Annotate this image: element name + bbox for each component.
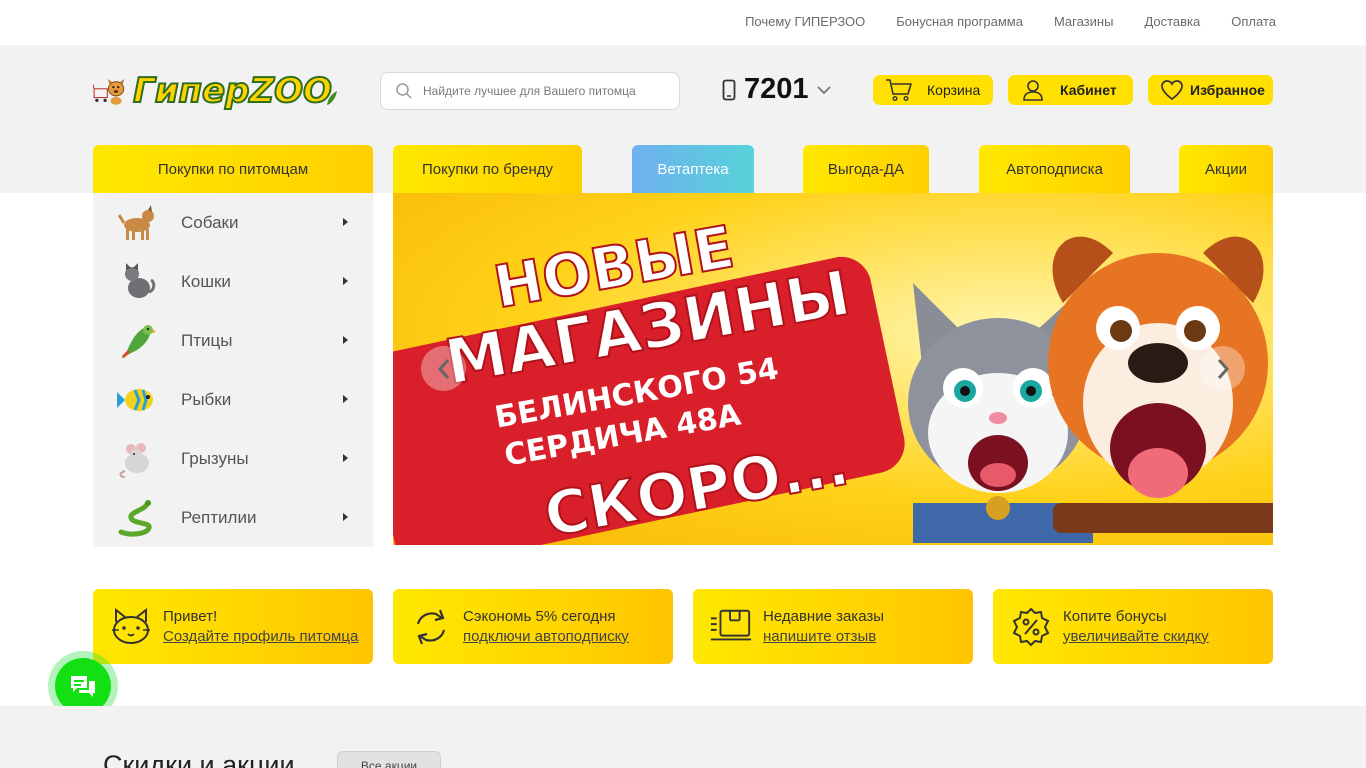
- category-cats[interactable]: Кошки: [93, 252, 373, 311]
- category-fish[interactable]: Рыбки: [93, 370, 373, 429]
- cabinet-button[interactable]: Кабинет: [1008, 75, 1133, 105]
- refresh-icon: [409, 605, 453, 649]
- chevron-right-icon: [343, 395, 348, 403]
- promo-title: Недавние заказы: [763, 607, 885, 625]
- chat-bubbles-icon: [71, 676, 95, 697]
- hero-banner[interactable]: НОВЫЕ МАГАЗИНЫ БЕЛИНСКОГО 54 СЕРДИЧА 48А…: [393, 193, 1273, 545]
- cart-icon: [886, 79, 912, 102]
- cart-button[interactable]: Корзина: [873, 75, 993, 105]
- search-icon: [396, 83, 412, 99]
- top-nav: Почему ГИПЕРЗОО Бонусная программа Магаз…: [745, 14, 1276, 29]
- category-label: Грызуны: [181, 448, 249, 468]
- search-input[interactable]: [423, 84, 663, 98]
- top-nav-payment[interactable]: Оплата: [1231, 14, 1276, 29]
- tab-benefit[interactable]: Выгода-ДА: [803, 145, 929, 193]
- promo-bonuses[interactable]: Копите бонусы увеличивайте скидку: [993, 589, 1273, 664]
- favorites-button[interactable]: Избранное: [1148, 75, 1273, 105]
- promo-link[interactable]: увеличивайте скидку: [1063, 627, 1209, 647]
- sales-section: Скидки и акции Все акции: [0, 706, 1366, 768]
- promo-title: Привет!: [163, 607, 218, 625]
- category-label: Кошки: [181, 271, 231, 291]
- chevron-right-icon: [343, 513, 348, 521]
- all-sales-button[interactable]: Все акции: [337, 751, 441, 768]
- cat-icon: [117, 262, 157, 302]
- category-label: Рептилии: [181, 507, 257, 527]
- promo-title: Копите бонусы: [1063, 607, 1167, 625]
- category-menu: Собаки Кошки Птицы Рыбки Грызуны Рептили: [93, 193, 373, 547]
- promo-title: Сэкономь 5% сегодня: [463, 607, 616, 625]
- category-label: Собаки: [181, 212, 239, 232]
- tab-autosubscription[interactable]: Автоподписка: [979, 145, 1130, 193]
- favorites-label: Избранное: [1190, 82, 1265, 98]
- category-dogs[interactable]: Собаки: [93, 193, 373, 252]
- top-nav-stores[interactable]: Магазины: [1054, 14, 1114, 29]
- chevron-right-icon: [343, 277, 348, 285]
- chevron-down-icon[interactable]: [816, 85, 831, 95]
- cabinet-label: Кабинет: [1060, 82, 1117, 98]
- promo-link[interactable]: напишите отзыв: [763, 627, 884, 647]
- logo-leaf-icon: [327, 90, 337, 106]
- carousel-next-button[interactable]: [1200, 346, 1245, 391]
- heart-icon: [1161, 80, 1183, 101]
- top-bar: Почему ГИПЕРЗОО Бонусная программа Магаз…: [0, 0, 1366, 45]
- logo-mascot-icon: [93, 78, 125, 105]
- category-label: Птицы: [181, 330, 233, 350]
- tab-pets[interactable]: Покупки по питомцам: [93, 145, 373, 193]
- phone-icon: [722, 79, 736, 100]
- snake-icon: [117, 498, 157, 538]
- phone[interactable]: 7201: [722, 73, 831, 106]
- top-nav-why[interactable]: Почему ГИПЕРЗОО: [745, 14, 865, 29]
- category-birds[interactable]: Птицы: [93, 311, 373, 370]
- chevron-right-icon: [1217, 358, 1229, 379]
- chevron-left-icon: [437, 358, 449, 379]
- promo-recent-orders[interactable]: Недавние заказы напишите отзыв: [693, 589, 973, 664]
- promo-autosubscription[interactable]: Сэкономь 5% сегодня подключи автоподписк…: [393, 589, 673, 664]
- sales-title: Скидки и акции: [103, 750, 295, 768]
- category-rodents[interactable]: Грызуны: [93, 429, 373, 488]
- tab-brands[interactable]: Покупки по бренду: [393, 145, 582, 193]
- phone-number: 7201: [744, 73, 809, 105]
- chevron-right-icon: [343, 336, 348, 344]
- order-box-icon: [709, 605, 753, 649]
- tab-promotions[interactable]: Акции: [1179, 145, 1273, 193]
- promo-link[interactable]: подключи автоподписку: [463, 627, 629, 647]
- tab-vet-pharmacy[interactable]: Ветаптека: [632, 145, 754, 193]
- logo[interactable]: ГиперZOO: [93, 65, 338, 117]
- top-nav-delivery[interactable]: Доставка: [1144, 14, 1200, 29]
- promo-pet-profile[interactable]: Привет! Создайте профиль питомца: [93, 589, 373, 664]
- cat-face-icon: [109, 605, 153, 649]
- logo-text: ГиперZOO: [132, 70, 333, 112]
- fish-icon: [117, 380, 157, 420]
- category-label: Рыбки: [181, 389, 232, 409]
- search-box[interactable]: [380, 72, 680, 110]
- chevron-right-icon: [343, 218, 348, 226]
- discount-badge-icon: [1009, 605, 1053, 649]
- top-nav-bonus[interactable]: Бонусная программа: [896, 14, 1023, 29]
- header: ГиперZOO 7201 Корзина: [0, 45, 1366, 193]
- chevron-right-icon: [343, 454, 348, 462]
- category-reptiles[interactable]: Рептилии: [93, 488, 373, 547]
- promo-link[interactable]: Создайте профиль питомца: [163, 627, 358, 647]
- cart-label: Корзина: [927, 82, 981, 98]
- parrot-icon: [117, 321, 157, 361]
- dog-icon: [117, 203, 157, 243]
- user-icon: [1023, 80, 1043, 101]
- rodent-icon: [117, 439, 157, 479]
- carousel-prev-button[interactable]: [421, 346, 466, 391]
